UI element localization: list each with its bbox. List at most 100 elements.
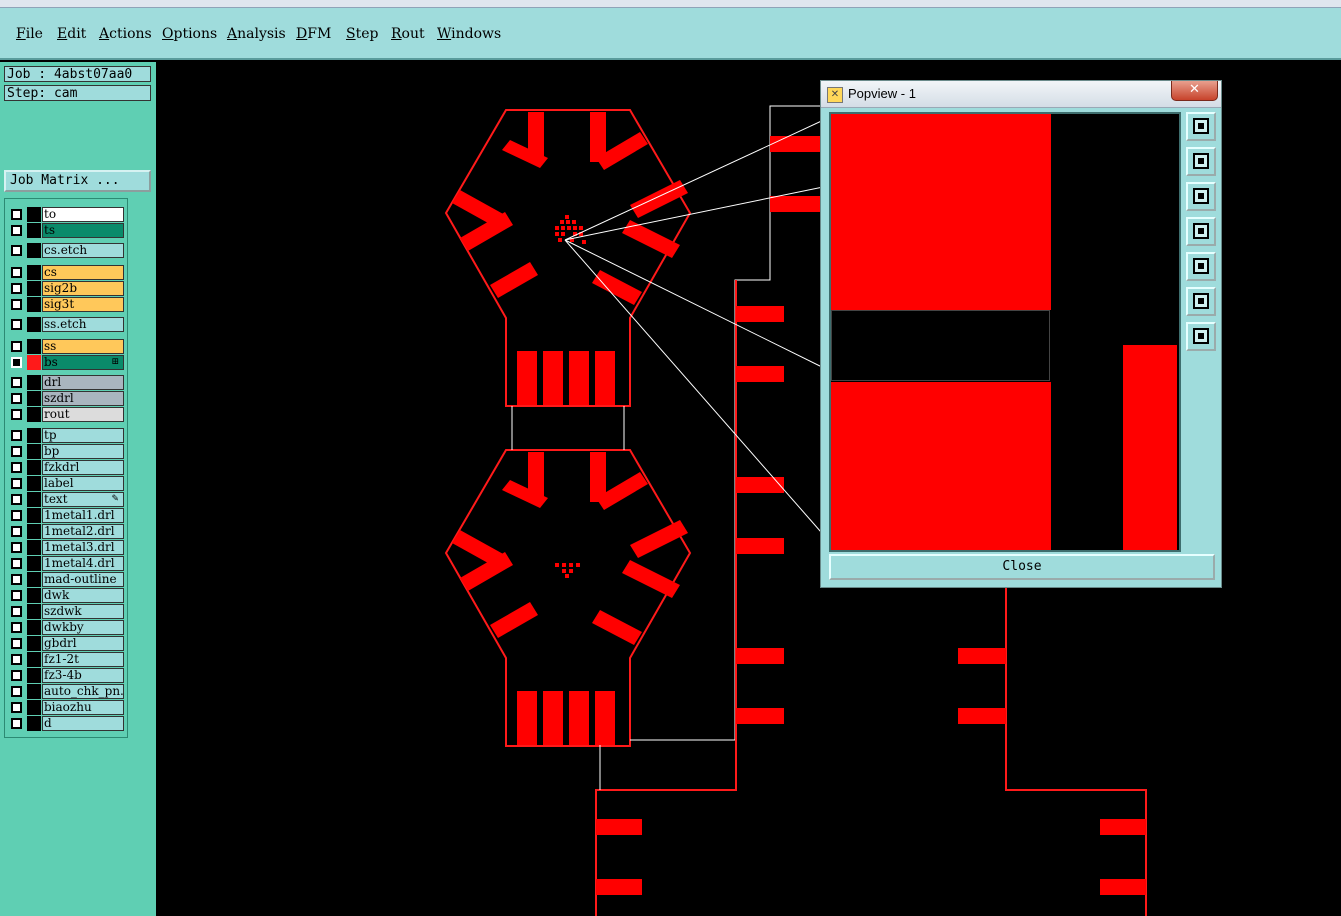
layer-color-swatch[interactable] — [27, 700, 41, 715]
close-icon[interactable]: ✕ — [1171, 81, 1218, 101]
layer-color-swatch[interactable] — [27, 339, 41, 354]
layer-checkbox[interactable] — [11, 622, 22, 633]
layer-name[interactable]: bp — [42, 444, 124, 459]
menu-actions[interactable]: Actions — [99, 26, 152, 42]
layer-checkbox[interactable] — [11, 718, 22, 729]
layer-row-d[interactable]: d — [7, 716, 127, 731]
layer-row-dwk[interactable]: dwk — [7, 588, 127, 603]
menu-file[interactable]: File — [16, 26, 43, 42]
layer-row-szdwk[interactable]: szdwk — [7, 604, 127, 619]
layer-color-swatch[interactable] — [27, 460, 41, 475]
layer-name[interactable]: ss — [42, 339, 124, 354]
layer-color-swatch[interactable] — [27, 317, 41, 332]
layer-name[interactable]: label — [42, 476, 124, 491]
layer-row-cs-etch[interactable]: cs.etch — [7, 243, 127, 258]
zoom-home-button[interactable] — [1186, 112, 1216, 141]
layer-checkbox[interactable] — [11, 377, 22, 388]
layer-color-swatch[interactable] — [27, 223, 41, 238]
layer-row-bp[interactable]: bp — [7, 444, 127, 459]
menu-analysis[interactable]: Analysis — [227, 26, 286, 42]
layer-name[interactable]: d — [42, 716, 124, 731]
layer-name[interactable]: gbdrl — [42, 636, 124, 651]
layer-checkbox[interactable] — [11, 686, 22, 697]
layer-row-1metal3-drl[interactable]: 1metal3.drl — [7, 540, 127, 555]
layer-name[interactable]: tp — [42, 428, 124, 443]
layer-row-dwkby[interactable]: dwkby — [7, 620, 127, 635]
layer-checkbox[interactable] — [11, 299, 22, 310]
layer-row-to[interactable]: to — [7, 207, 127, 222]
layer-checkbox[interactable] — [11, 393, 22, 404]
layer-color-swatch[interactable] — [27, 684, 41, 699]
layer-checkbox[interactable] — [11, 558, 22, 569]
layer-row-rout[interactable]: rout — [7, 407, 127, 422]
layer-name[interactable]: ss.etch — [42, 317, 124, 332]
popview-titlebar[interactable]: ✕ Popview - 1 ✕ — [821, 81, 1221, 108]
layer-row-sig3t[interactable]: sig3t — [7, 297, 127, 312]
layer-checkbox[interactable] — [11, 670, 22, 681]
layer-name[interactable]: to — [42, 207, 124, 222]
layer-name[interactable]: bs ⊞ — [42, 355, 124, 370]
layer-checkbox[interactable] — [11, 446, 22, 457]
layer-name[interactable]: ts — [42, 223, 124, 238]
layer-checkbox[interactable] — [11, 654, 22, 665]
menu-edit[interactable]: Edit — [57, 26, 86, 42]
layer-row-1metal2-drl[interactable]: 1metal2.drl — [7, 524, 127, 539]
layer-name[interactable]: 1metal1.drl — [42, 508, 124, 523]
layer-checkbox[interactable] — [11, 267, 22, 278]
menu-step[interactable]: Step — [346, 26, 378, 42]
layer-checkbox[interactable] — [11, 542, 22, 553]
layer-checkbox[interactable] — [11, 526, 22, 537]
layer-checkbox[interactable] — [11, 357, 22, 368]
layer-name[interactable]: dwk — [42, 588, 124, 603]
layer-row-fzkdrl[interactable]: fzkdrl — [7, 460, 127, 475]
layer-row-drl[interactable]: drl — [7, 375, 127, 390]
layer-checkbox[interactable] — [11, 574, 22, 585]
layer-checkbox[interactable] — [11, 638, 22, 649]
job-matrix-button[interactable]: Job Matrix ... — [4, 170, 151, 192]
layer-color-swatch[interactable] — [27, 243, 41, 258]
layer-name[interactable]: biaozhu — [42, 700, 124, 715]
layer-row-1metal1-drl[interactable]: 1metal1.drl — [7, 508, 127, 523]
layer-row-sig2b[interactable]: sig2b — [7, 281, 127, 296]
layer-color-swatch[interactable] — [27, 572, 41, 587]
layer-name[interactable]: rout — [42, 407, 124, 422]
layer-name[interactable]: fz3-4b — [42, 668, 124, 683]
layer-checkbox[interactable] — [11, 462, 22, 473]
layer-checkbox[interactable] — [11, 319, 22, 330]
layer-color-swatch[interactable] — [27, 540, 41, 555]
layer-checkbox[interactable] — [11, 341, 22, 352]
layer-color-swatch[interactable] — [27, 492, 41, 507]
layer-row-auto-chk-pn-[interactable]: auto_chk_pn. — [7, 684, 127, 699]
popview-close-button[interactable]: Close — [829, 554, 1215, 580]
layer-name[interactable]: fzkdrl — [42, 460, 124, 475]
zoom-fit-button[interactable] — [1186, 287, 1216, 316]
layer-checkbox[interactable] — [11, 702, 22, 713]
layer-row-biaozhu[interactable]: biaozhu — [7, 700, 127, 715]
menu-dfm[interactable]: DFM — [296, 26, 331, 42]
layer-color-swatch[interactable] — [27, 265, 41, 280]
layer-checkbox[interactable] — [11, 478, 22, 489]
layer-checkbox[interactable] — [11, 590, 22, 601]
layer-name[interactable]: mad-outline — [42, 572, 124, 587]
layer-row-ts[interactable]: ts — [7, 223, 127, 238]
zoom-down-button[interactable] — [1186, 182, 1216, 211]
menu-rout[interactable]: Rout — [391, 26, 425, 42]
layer-name[interactable]: auto_chk_pn. — [42, 684, 124, 699]
layer-name[interactable]: sig3t — [42, 297, 124, 312]
layer-color-swatch[interactable] — [27, 297, 41, 312]
layer-color-swatch[interactable] — [27, 620, 41, 635]
layer-name[interactable]: szdrl — [42, 391, 124, 406]
layer-color-swatch[interactable] — [27, 652, 41, 667]
layer-color-swatch[interactable] — [27, 636, 41, 651]
layer-name[interactable]: cs.etch — [42, 243, 124, 258]
layer-color-swatch[interactable] — [27, 588, 41, 603]
layer-color-swatch[interactable] — [27, 281, 41, 296]
layer-checkbox[interactable] — [11, 409, 22, 420]
layer-color-swatch[interactable] — [27, 391, 41, 406]
layer-name[interactable]: 1metal3.drl — [42, 540, 124, 555]
layer-checkbox[interactable] — [11, 510, 22, 521]
layer-row-text[interactable]: text ✎ — [7, 492, 127, 507]
layer-color-swatch[interactable] — [27, 355, 41, 370]
layer-row-label[interactable]: label — [7, 476, 127, 491]
layer-name[interactable]: drl — [42, 375, 124, 390]
